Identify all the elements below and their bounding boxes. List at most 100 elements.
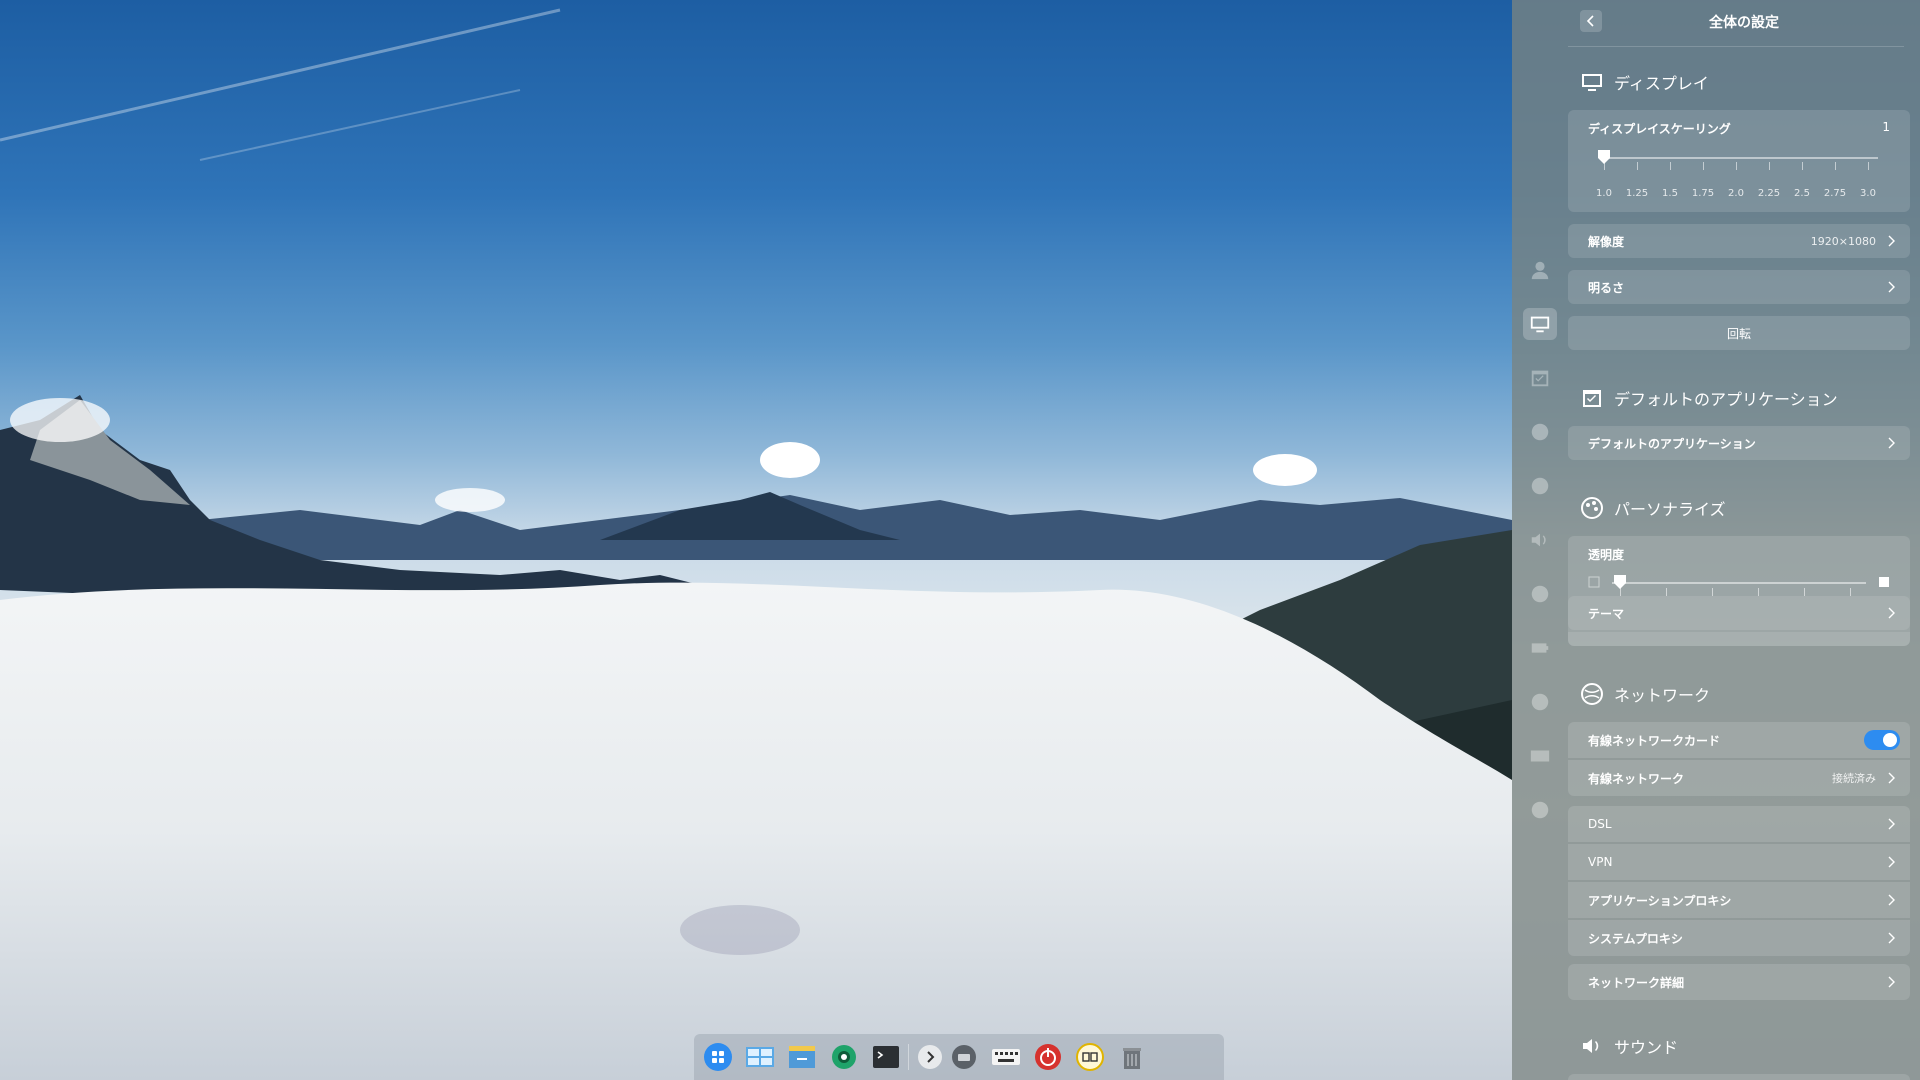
system-proxy-label: システムプロキシ <box>1588 931 1683 946</box>
wired-network-label: 有線ネットワーク <box>1588 771 1685 786</box>
datetime-icon[interactable] <box>1074 1041 1106 1073</box>
resolution-row[interactable]: 解像度 1920×1080 <box>1568 224 1910 258</box>
theme-label: テーマ <box>1588 606 1625 621</box>
dsl-row[interactable]: DSL <box>1568 806 1910 842</box>
dsl-label: DSL <box>1588 817 1612 831</box>
scaling-tick-label: 1.75 <box>1691 188 1715 199</box>
network-section-title: ネットワーク <box>1580 682 1710 706</box>
app-proxy-row[interactable]: アプリケーションプロキシ <box>1568 882 1910 918</box>
personalize-icon <box>1581 497 1603 519</box>
scaling-tick-label: 1.5 <box>1662 188 1678 199</box>
chevron-right-icon <box>1888 281 1895 293</box>
theme-row[interactable]: テーマ <box>1568 596 1910 630</box>
transparency-tick <box>1804 588 1805 596</box>
network-icon <box>1581 683 1603 705</box>
transparency-high-icon <box>1879 577 1889 587</box>
default-apps-icon[interactable] <box>1523 362 1557 394</box>
network-icon[interactable] <box>1523 470 1557 502</box>
scaling-tick-label: 2.25 <box>1757 188 1781 199</box>
personalize-more-row <box>1568 632 1910 646</box>
wired-card-label: 有線ネットワークカード <box>1588 733 1721 748</box>
network-details-label: ネットワーク詳細 <box>1588 975 1685 990</box>
personalize-section-title: パーソナライズ <box>1580 496 1726 520</box>
chevron-right-icon <box>1888 894 1895 906</box>
settings-sidebar <box>1512 0 1568 1080</box>
wired-card-toggle[interactable] <box>1864 730 1900 750</box>
vpn-row[interactable]: VPN <box>1568 844 1910 880</box>
system-proxy-row[interactable]: システムプロキシ <box>1568 920 1910 956</box>
multitasking-icon[interactable] <box>744 1041 776 1073</box>
expand-arrow-icon[interactable] <box>914 1041 946 1073</box>
dock <box>694 1034 1224 1080</box>
transparency-slider-track[interactable] <box>1612 582 1866 584</box>
brightness-label: 明るさ <box>1588 280 1625 295</box>
default-apps-section-title: デフォルトのアプリケーション <box>1580 386 1838 410</box>
chevron-right-icon <box>1888 856 1895 868</box>
transparency-tick <box>1620 588 1621 596</box>
sound-icon[interactable] <box>1523 524 1557 556</box>
sound-icon <box>1583 1039 1599 1053</box>
keyboard-icon[interactable] <box>1523 740 1557 772</box>
accounts-icon[interactable] <box>1523 254 1557 286</box>
scaling-label: ディスプレイスケーリング <box>1588 122 1731 136</box>
default-apps-row[interactable]: デフォルトのアプリケーション <box>1568 426 1910 460</box>
personalize-icon[interactable] <box>1523 416 1557 448</box>
display-icon[interactable] <box>1523 308 1557 340</box>
rotate-button[interactable]: 回転 <box>1568 316 1910 350</box>
notification-icon[interactable] <box>948 1041 980 1073</box>
transparency-slider-handle[interactable] <box>1614 575 1626 589</box>
terminal-icon[interactable] <box>870 1041 902 1073</box>
scaling-slider-track[interactable] <box>1604 157 1878 159</box>
control-center-icon[interactable] <box>828 1041 860 1073</box>
chevron-right-icon <box>1888 976 1895 988</box>
control-center-panel: 全体の設定 ディスプレイ ディスプレイスケーリング 1 1.0 1.25 1.5 <box>1512 0 1920 1080</box>
mouse-icon[interactable] <box>1523 686 1557 718</box>
time-icon[interactable] <box>1523 578 1557 610</box>
dock-separator <box>908 1044 909 1070</box>
default-apps-icon <box>1583 390 1601 407</box>
sound-card-edge <box>1568 1074 1910 1080</box>
chevron-right-icon <box>1888 607 1895 619</box>
transparency-tick <box>1758 588 1759 596</box>
resolution-value: 1920×1080 <box>1810 234 1876 248</box>
display-icon <box>1582 74 1602 91</box>
sound-section-title: サウンド <box>1580 1034 1678 1058</box>
default-apps-label: デフォルトのアプリケーション <box>1588 436 1756 451</box>
transparency-tick <box>1850 588 1851 596</box>
shutdown-icon[interactable] <box>1032 1041 1064 1073</box>
network-details-row[interactable]: ネットワーク詳細 <box>1568 964 1910 1000</box>
scaling-tick <box>1637 162 1638 170</box>
onboard-keyboard-icon[interactable] <box>990 1041 1022 1073</box>
launcher-icon[interactable] <box>702 1041 734 1073</box>
brightness-row[interactable]: 明るさ <box>1568 270 1910 304</box>
trash-icon[interactable] <box>1116 1041 1148 1073</box>
scaling-tick <box>1802 162 1803 170</box>
transparency-tick <box>1666 588 1667 596</box>
scaling-tick <box>1604 162 1605 170</box>
scaling-tick <box>1835 162 1836 170</box>
chevron-right-icon <box>1888 437 1895 449</box>
power-icon[interactable] <box>1523 632 1557 664</box>
scaling-tick-label: 2.5 <box>1794 188 1810 199</box>
file-manager-icon[interactable] <box>786 1041 818 1073</box>
chevron-right-icon <box>1888 818 1895 830</box>
scaling-tick <box>1868 162 1869 170</box>
info-icon[interactable] <box>1523 794 1557 826</box>
scaling-tick-label: 1.0 <box>1596 188 1612 199</box>
wired-card-row: 有線ネットワークカード <box>1568 722 1910 758</box>
settings-content: ディスプレイ ディスプレイスケーリング 1 1.0 1.25 1.5 1.75 … <box>1568 0 1920 1080</box>
chevron-right-icon <box>1888 235 1895 247</box>
transparency-low-icon <box>1588 576 1600 588</box>
personalize-card: 透明度 テーマ <box>1568 536 1910 646</box>
scaling-tick-label: 2.75 <box>1823 188 1847 199</box>
scaling-tick <box>1736 162 1737 170</box>
chevron-right-icon <box>1888 772 1895 784</box>
scaling-tick-label: 3.0 <box>1860 188 1876 199</box>
wired-network-status: 接続済み <box>1832 772 1876 785</box>
resolution-label: 解像度 <box>1588 234 1625 249</box>
display-scaling-card: ディスプレイスケーリング 1 1.0 1.25 1.5 1.75 2.0 2.2… <box>1568 110 1910 212</box>
display-section-title: ディスプレイ <box>1580 70 1709 94</box>
rotate-label: 回転 <box>1726 326 1751 341</box>
wired-network-row[interactable]: 有線ネットワーク 接続済み <box>1568 760 1910 796</box>
transparency-label: 透明度 <box>1588 548 1625 562</box>
